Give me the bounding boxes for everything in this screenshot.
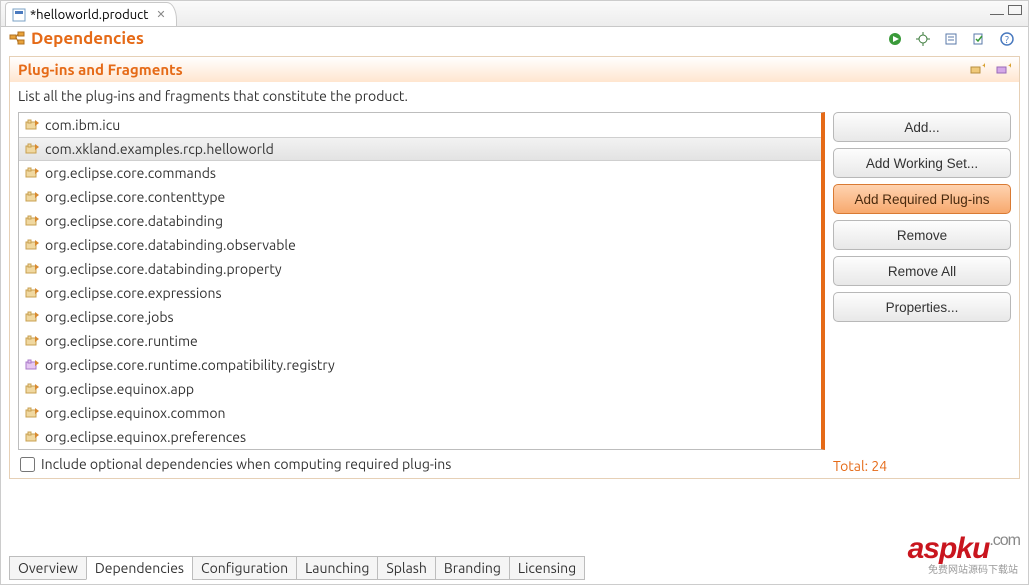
list-item[interactable]: org.eclipse.core.runtime.compatibility.r… — [19, 353, 821, 377]
panel-description: List all the plug-ins and fragments that… — [10, 82, 1019, 112]
tab-launching[interactable]: Launching — [296, 556, 378, 580]
editor-tab-title: *helloworld.product — [30, 8, 148, 22]
svg-text:✦: ✦ — [981, 62, 985, 71]
total-label: Total: 24 — [833, 456, 1011, 474]
tab-overview[interactable]: Overview — [9, 556, 87, 580]
tab-licensing[interactable]: Licensing — [509, 556, 585, 580]
plugin-icon — [25, 382, 39, 396]
plugin-icon — [25, 262, 39, 276]
debug-icon[interactable] — [914, 30, 932, 48]
content-panel: Plug-ins and Fragments ✦ ✦ List all the … — [9, 56, 1020, 479]
fragment-icon — [25, 358, 39, 372]
properties-button[interactable]: Properties... — [833, 292, 1011, 322]
add-working-set-button[interactable]: Add Working Set... — [833, 148, 1011, 178]
page-tabs: OverviewDependenciesConfigurationLaunchi… — [9, 556, 584, 580]
window-controls — [990, 5, 1022, 15]
plugin-name: com.xkland.examples.rcp.helloworld — [45, 141, 274, 157]
plugin-name: org.eclipse.core.runtime.compatibility.r… — [45, 357, 335, 373]
svg-text:✦: ✦ — [1007, 62, 1011, 71]
add-plugin-icon[interactable]: ✦ — [969, 62, 985, 78]
close-icon[interactable]: ✕ — [156, 8, 165, 21]
plugin-icon — [25, 214, 39, 228]
list-item[interactable]: org.eclipse.core.databinding.property — [19, 257, 821, 281]
plugin-name: org.eclipse.core.jobs — [45, 309, 174, 325]
panel-header: Plug-ins and Fragments ✦ ✦ — [10, 57, 1019, 82]
plugin-icon — [25, 286, 39, 300]
editor-tab-bar: *helloworld.product ✕ — [1, 1, 1028, 27]
list-item[interactable]: org.eclipse.core.commands — [19, 161, 821, 185]
list-item[interactable]: org.eclipse.core.databinding.observable — [19, 233, 821, 257]
plugin-icon — [25, 430, 39, 444]
dependencies-icon — [9, 31, 25, 47]
plugin-name: org.eclipse.equinox.app — [45, 381, 194, 397]
include-optional-checkbox[interactable] — [20, 457, 35, 472]
plugin-name: org.eclipse.core.databinding — [45, 213, 223, 229]
list-item[interactable]: com.xkland.examples.rcp.helloworld — [19, 137, 821, 161]
tab-dependencies[interactable]: Dependencies — [86, 556, 193, 580]
list-item[interactable]: org.eclipse.equinox.preferences — [19, 425, 821, 449]
plugin-icon — [25, 142, 39, 156]
validate-icon[interactable] — [970, 30, 988, 48]
plugin-list[interactable]: com.ibm.icu com.xkland.examples.rcp.hello… — [18, 112, 825, 450]
plugin-name: com.ibm.icu — [45, 117, 120, 133]
section-bar: Dependencies ? — [1, 27, 1028, 50]
plugin-icon — [25, 310, 39, 324]
remove-all-button[interactable]: Remove All — [833, 256, 1011, 286]
add-fragment-icon[interactable]: ✦ — [995, 62, 1011, 78]
add-button[interactable]: Add... — [833, 112, 1011, 142]
list-item[interactable]: org.eclipse.equinox.app — [19, 377, 821, 401]
tab-splash[interactable]: Splash — [377, 556, 436, 580]
run-icon[interactable] — [886, 30, 904, 48]
plugin-name: org.eclipse.core.expressions — [45, 285, 222, 301]
list-item[interactable]: org.eclipse.core.databinding — [19, 209, 821, 233]
export-icon[interactable] — [942, 30, 960, 48]
plugin-name: org.eclipse.equinox.preferences — [45, 429, 246, 445]
list-item[interactable]: org.eclipse.core.runtime — [19, 329, 821, 353]
minimize-icon[interactable] — [990, 5, 1004, 15]
product-file-icon — [12, 8, 26, 22]
list-item[interactable]: org.eclipse.core.jobs — [19, 305, 821, 329]
plugin-name: org.eclipse.core.commands — [45, 165, 216, 181]
maximize-icon[interactable] — [1008, 5, 1022, 15]
help-icon[interactable]: ? — [998, 30, 1016, 48]
list-item[interactable]: org.eclipse.core.expressions — [19, 281, 821, 305]
plugin-icon — [25, 118, 39, 132]
plugin-name: org.eclipse.core.databinding.property — [45, 261, 282, 277]
watermark-sub: 免费网站源码下载站 — [928, 561, 1018, 576]
tab-branding[interactable]: Branding — [435, 556, 510, 580]
list-item[interactable]: com.ibm.icu — [19, 113, 821, 137]
add-required-button[interactable]: Add Required Plug-ins — [833, 184, 1011, 214]
section-title: Dependencies — [31, 29, 144, 48]
list-item[interactable]: org.eclipse.equinox.common — [19, 401, 821, 425]
svg-text:?: ? — [1005, 34, 1009, 45]
plugin-icon — [25, 166, 39, 180]
remove-button[interactable]: Remove — [833, 220, 1011, 250]
plugin-icon — [25, 406, 39, 420]
include-optional-label[interactable]: Include optional dependencies when compu… — [41, 456, 451, 472]
plugin-icon — [25, 238, 39, 252]
plugin-icon — [25, 190, 39, 204]
tab-configuration[interactable]: Configuration — [192, 556, 297, 580]
plugin-icon — [25, 334, 39, 348]
plugin-name: org.eclipse.core.contenttype — [45, 189, 225, 205]
panel-title: Plug-ins and Fragments — [18, 61, 183, 78]
plugin-name: org.eclipse.equinox.common — [45, 405, 226, 421]
plugin-name: org.eclipse.core.runtime — [45, 333, 198, 349]
list-item[interactable]: org.eclipse.core.contenttype — [19, 185, 821, 209]
editor-tab[interactable]: *helloworld.product ✕ — [5, 2, 177, 26]
plugin-name: org.eclipse.core.databinding.observable — [45, 237, 296, 253]
